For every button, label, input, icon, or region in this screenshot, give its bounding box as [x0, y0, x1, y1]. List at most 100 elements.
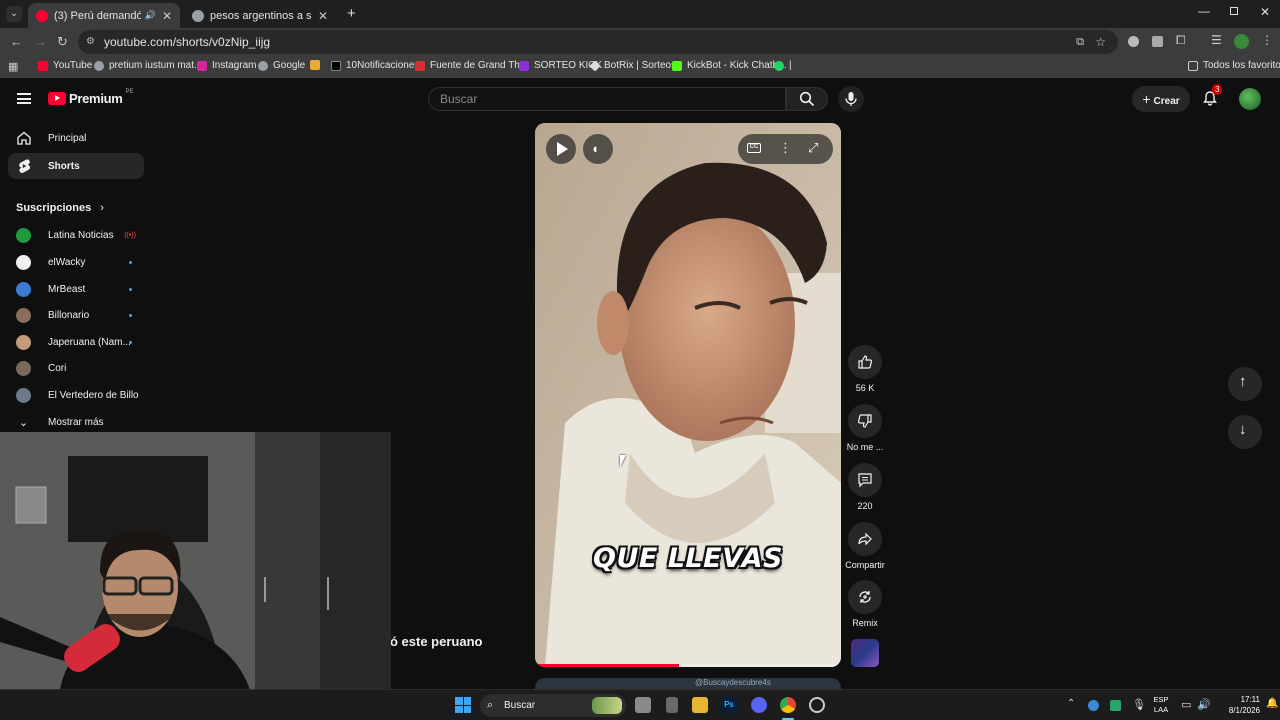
bookmark-pretium[interactable]: pretium iustum mat...	[94, 60, 202, 71]
volume-icon[interactable]: 🔊	[1197, 698, 1211, 711]
show-hidden-icons-icon[interactable]: ⌃	[1067, 698, 1075, 709]
fullscreen-icon[interactable]: ⤢	[808, 140, 818, 156]
install-app-icon[interactable]: ⧉	[1076, 30, 1084, 54]
tray-app-icon[interactable]	[1110, 700, 1121, 711]
chrome-icon[interactable]	[780, 697, 796, 713]
back-icon[interactable]: ←	[10, 34, 23, 49]
apps-grid-icon[interactable]: ▦	[8, 60, 18, 73]
volume-button[interactable]: ◖	[583, 134, 613, 164]
new-tab-icon[interactable]: +	[347, 5, 356, 22]
create-button[interactable]: + Crear	[1132, 86, 1190, 112]
browser-menu-icon[interactable]: ⋮	[1261, 33, 1273, 47]
captions-icon[interactable]: CC	[747, 143, 761, 153]
short-video-player[interactable]: ◖ CC ⋮ ⤢ QUE LLEVAS	[535, 123, 841, 667]
task-view-icon[interactable]	[635, 697, 651, 713]
previous-short-button[interactable]: ↑	[1228, 367, 1262, 401]
restore-icon[interactable]	[1230, 7, 1238, 15]
remix-icon	[859, 591, 871, 603]
profile-avatar[interactable]	[1234, 34, 1249, 49]
voice-search-button[interactable]	[838, 86, 864, 112]
like-button[interactable]	[848, 345, 882, 379]
bookmark-instagram[interactable]: Instagram	[197, 60, 256, 71]
taskbar-search[interactable]: ⌕ Buscar	[480, 694, 626, 717]
more-options-icon[interactable]: ⋮	[779, 140, 792, 156]
discord-icon[interactable]	[751, 697, 767, 713]
language-indicator[interactable]: ESP LAA	[1150, 695, 1172, 715]
bookmark-kickbot[interactable]: KickBot - Kick Chatb...	[672, 60, 786, 71]
remix-button[interactable]	[848, 580, 882, 614]
network-icon[interactable]: ▭	[1181, 698, 1191, 711]
subscription-japeruana[interactable]: Japeruana (Nam...	[16, 333, 140, 351]
subscription-vertedero[interactable]: El Vertedero de Billo	[16, 386, 140, 404]
tab-search[interactable]: pesos argentinos a soles - Busc ✕	[184, 3, 336, 28]
search-button[interactable]	[786, 87, 828, 111]
short-title-fragment[interactable]: ó este peruano	[390, 634, 482, 649]
notifications-icon[interactable]: 🔔	[1266, 698, 1278, 709]
bookmark-label: KickBot - Kick Chatb...	[687, 60, 787, 71]
sound-thumbnail[interactable]	[851, 639, 879, 667]
bookmark-notificaciones[interactable]: 10Notificaciones	[331, 60, 419, 71]
bookmark-youtube[interactable]: YouTube	[38, 60, 92, 71]
subscription-elwacky[interactable]: elWacky	[16, 253, 140, 271]
sidebar-item-shorts[interactable]: Shorts	[8, 153, 144, 179]
chevron-right-icon: ›	[100, 202, 104, 214]
app-icon[interactable]	[666, 697, 678, 713]
subscription-cori[interactable]: Cori	[16, 359, 140, 377]
channel-avatar	[16, 281, 31, 297]
subscription-latina[interactable]: Latina Noticias ((•))	[16, 226, 140, 244]
progress-track[interactable]	[535, 664, 841, 667]
bookmark-pinwheel[interactable]	[310, 60, 325, 70]
notifications-button[interactable]: 3	[1202, 84, 1223, 108]
share-button[interactable]	[848, 522, 882, 556]
bookmark-gta[interactable]: Fuente de Grand Th...	[415, 60, 528, 71]
close-window-icon[interactable]: ✕	[1260, 5, 1270, 19]
forward-icon[interactable]: →	[34, 34, 47, 49]
next-short-button[interactable]: ↓	[1228, 415, 1262, 449]
app-icon[interactable]	[809, 697, 825, 713]
bookmark-google[interactable]: Google	[258, 60, 305, 71]
speaker-icon: 🔊	[144, 10, 156, 20]
search-icon: ⌕	[487, 699, 494, 711]
address-bar[interactable]: ⚙ youtube.com/shorts/v0zNip_iijg ⧉ ☆	[78, 30, 1118, 54]
bookmark-botrix[interactable]: BotRix | Sorteos	[589, 59, 676, 72]
search-input[interactable]: Buscar	[428, 87, 786, 111]
comments-button[interactable]	[848, 463, 882, 497]
channel-avatar	[16, 334, 31, 350]
minimize-icon[interactable]: —	[1198, 4, 1210, 18]
microphone-icon[interactable]: 🎙	[1132, 698, 1146, 711]
tray-app-icon[interactable]	[1088, 700, 1099, 711]
reload-icon[interactable]: ↻	[57, 34, 68, 50]
photoshop-icon[interactable]: Ps	[721, 697, 737, 713]
subscription-mrbeast[interactable]: MrBeast	[16, 280, 140, 298]
bookmark-whatsapp[interactable]: |	[774, 60, 792, 71]
extension-icon[interactable]	[1152, 36, 1163, 47]
bookmark-label: Google	[273, 60, 306, 71]
channel-avatar	[16, 387, 31, 403]
reading-list-icon[interactable]: ☰	[1211, 33, 1222, 47]
file-explorer-icon[interactable]	[692, 697, 708, 713]
show-more-button[interactable]: ⌄ Mostrar más	[16, 413, 140, 431]
site-info-icon[interactable]: ⚙	[86, 30, 95, 54]
all-bookmarks[interactable]: Todos los favoritos	[1188, 60, 1280, 71]
mouse-cursor-icon	[620, 455, 626, 467]
account-avatar[interactable]	[1239, 88, 1261, 110]
windows-start-icon[interactable]	[455, 697, 471, 713]
next-short-preview[interactable]: @Buscaydescubre4s	[535, 678, 841, 689]
subscription-billonario[interactable]: Billonario	[16, 306, 140, 324]
clock[interactable]: 17:11 8/1/2026	[1224, 694, 1260, 716]
close-tab-icon[interactable]: ✕	[162, 9, 172, 23]
dislike-button[interactable]	[848, 404, 882, 438]
tab-list-button[interactable]: ⌄	[6, 6, 22, 22]
bookmark-label: Todos los favoritos	[1203, 60, 1280, 71]
botrix-icon	[589, 59, 601, 72]
play-button[interactable]	[546, 134, 576, 164]
bookmark-star-icon[interactable]: ☆	[1095, 30, 1106, 54]
share-icon	[858, 532, 872, 546]
tab-youtube[interactable]: (3) Perú demandó a Luis Vu 🔊 ✕	[28, 3, 180, 28]
subscriptions-heading[interactable]: Suscripciones ›	[16, 202, 104, 214]
sidebar-item-principal[interactable]: Principal	[8, 125, 144, 151]
close-tab-icon[interactable]: ✕	[318, 9, 328, 23]
puzzle-extensions-icon[interactable]: ⧠	[1176, 33, 1186, 48]
windows-taskbar: ⌕ Buscar Ps ⌃ 🎙 ESP LAA ▭ 🔊 17:11 8/1/20…	[0, 689, 1280, 720]
extension-icon[interactable]	[1128, 36, 1139, 47]
